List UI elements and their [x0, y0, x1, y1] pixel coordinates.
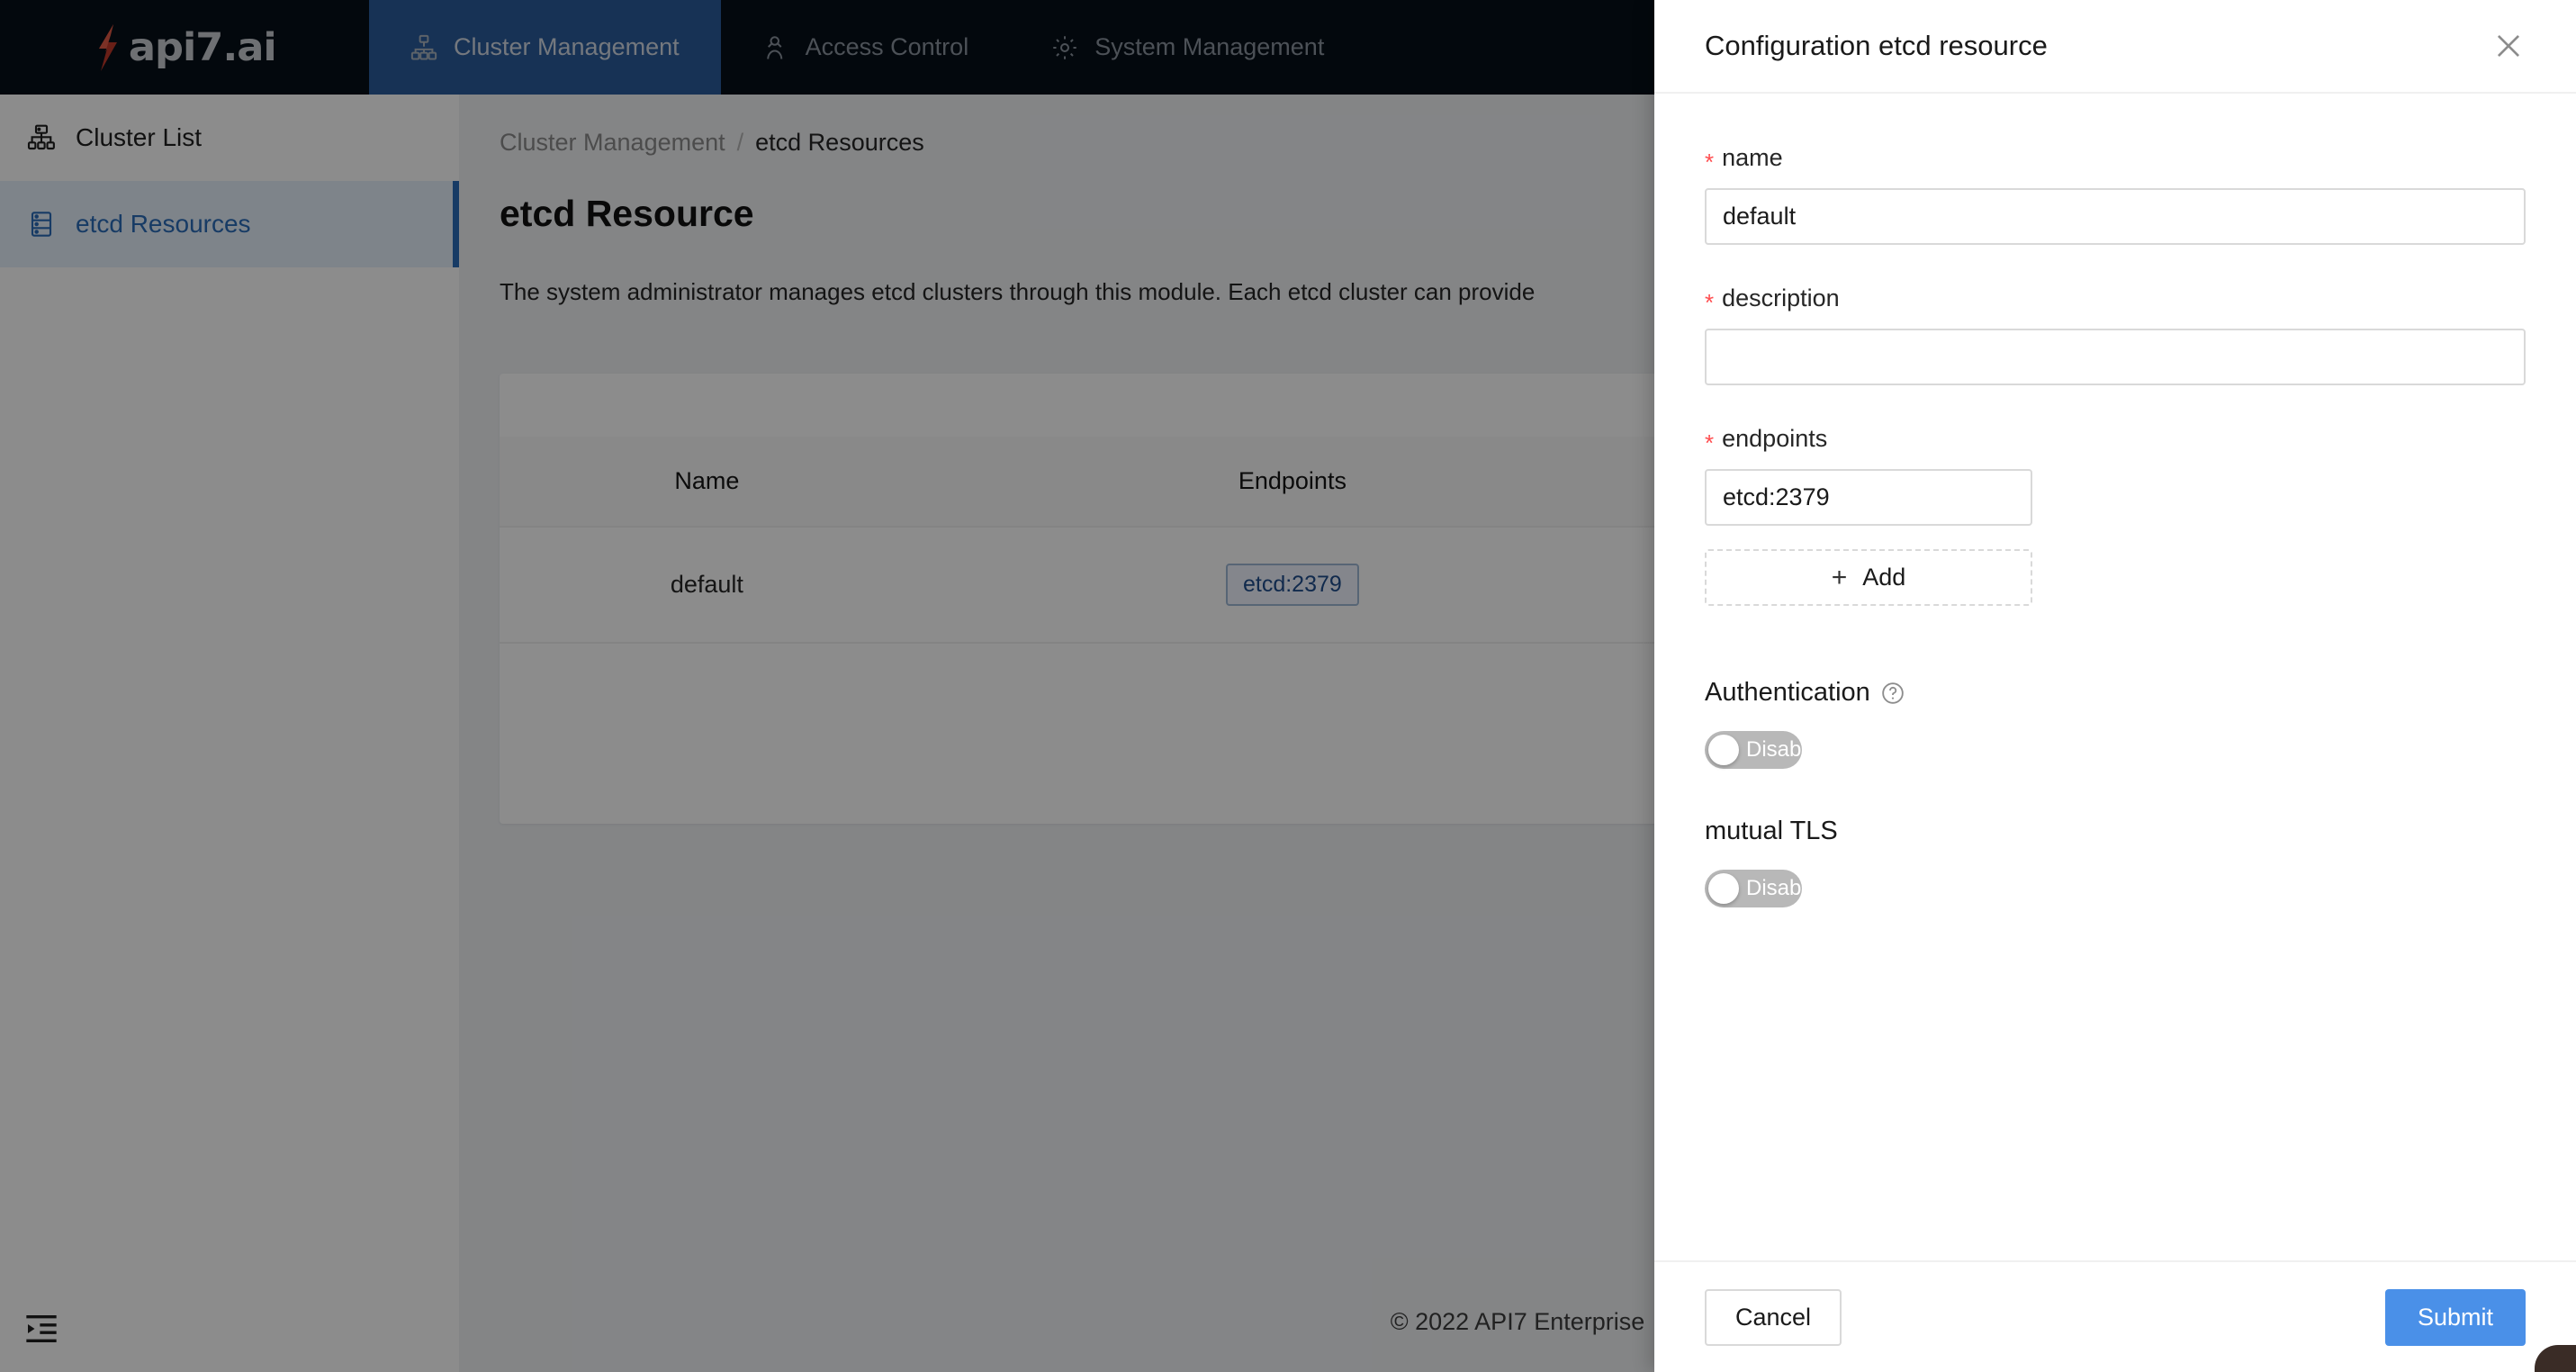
label-text: endpoints	[1722, 425, 1828, 452]
close-icon[interactable]	[2491, 29, 2526, 63]
required-marker: *	[1705, 429, 1715, 456]
required-marker: *	[1705, 148, 1715, 176]
description-input[interactable]	[1705, 329, 2526, 385]
label-text: description	[1722, 284, 1840, 311]
drawer-body: * name * description * endpoints + Add	[1654, 94, 2576, 1260]
drawer-footer: Cancel Submit	[1654, 1260, 2576, 1372]
required-marker: *	[1705, 288, 1715, 316]
mutual-tls-toggle[interactable]: Disable	[1705, 870, 1818, 907]
label-text: name	[1722, 144, 1783, 171]
modal-backdrop[interactable]	[0, 0, 1654, 1372]
plus-icon: +	[1831, 562, 1848, 592]
label-text: Authentication	[1705, 678, 1870, 707]
add-endpoint-button[interactable]: + Add	[1705, 549, 2032, 606]
field-name: * name	[1705, 144, 2526, 245]
toggle-knob	[1708, 873, 1739, 904]
section-authentication: Authentication Disable	[1705, 678, 2526, 770]
field-label-description: * description	[1705, 284, 2526, 316]
section-mutual-tls: mutual TLS Disable	[1705, 817, 2526, 908]
configuration-drawer: Configuration etcd resource * name * des…	[1654, 0, 2576, 1372]
add-button-label: Add	[1862, 564, 1906, 591]
toggle-label: Disable	[1746, 737, 1819, 762]
field-label-name: * name	[1705, 144, 2526, 176]
field-description: * description	[1705, 284, 2526, 385]
drawer-header: Configuration etcd resource	[1654, 0, 2576, 94]
question-circle-icon[interactable]	[1881, 681, 1905, 705]
endpoints-input[interactable]	[1705, 469, 2032, 526]
toggle-knob	[1708, 735, 1739, 765]
submit-button[interactable]: Submit	[2384, 1288, 2526, 1346]
cancel-button[interactable]: Cancel	[1705, 1288, 1842, 1346]
field-label-endpoints: * endpoints	[1705, 425, 2526, 456]
name-input[interactable]	[1705, 188, 2526, 245]
field-endpoints: * endpoints + Add	[1705, 425, 2526, 606]
label-text: mutual TLS	[1705, 817, 1838, 845]
drawer-title: Configuration etcd resource	[1705, 30, 2048, 61]
authentication-toggle[interactable]: Disable	[1705, 731, 1818, 769]
authentication-label: Authentication	[1705, 678, 2526, 708]
mutual-tls-label: mutual TLS	[1705, 817, 2526, 846]
toggle-label: Disable	[1746, 876, 1819, 900]
